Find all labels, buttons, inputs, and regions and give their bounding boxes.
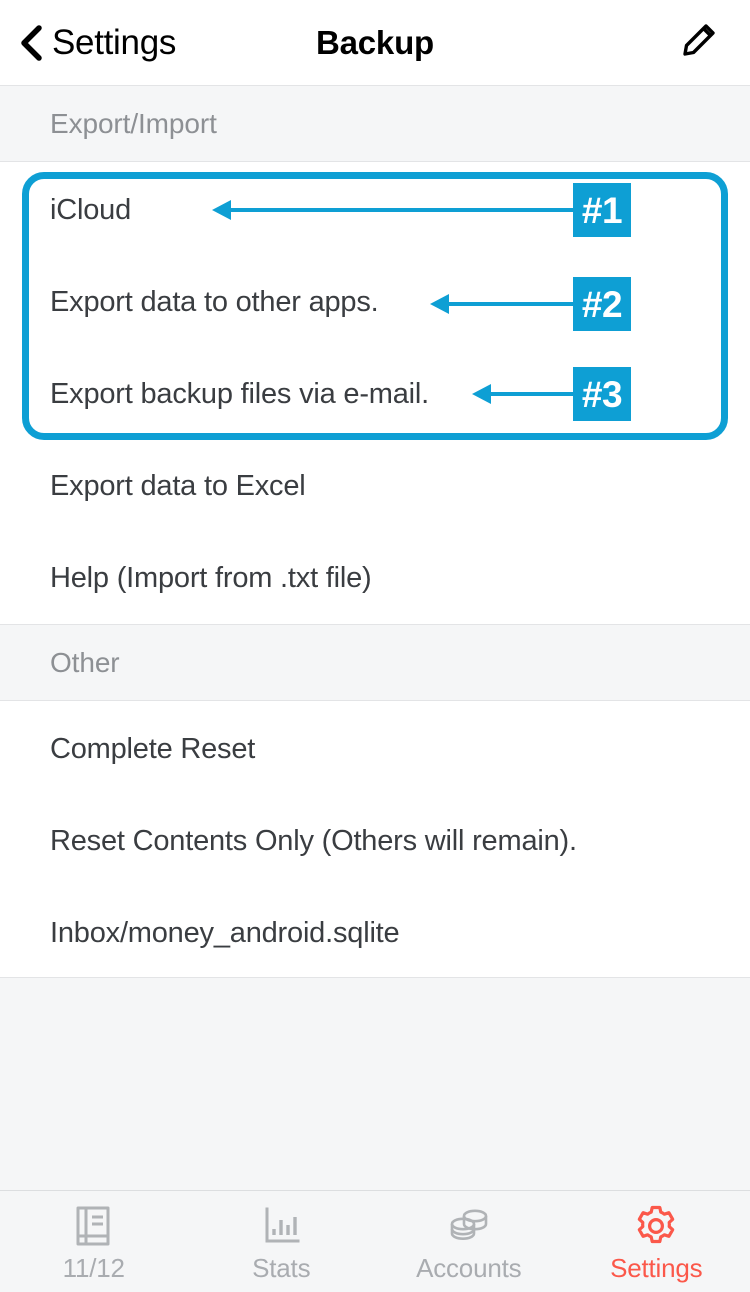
list-item-complete-reset[interactable]: Complete Reset <box>0 703 750 795</box>
navigation-bar: Settings Backup <box>0 0 750 86</box>
list-export-import: iCloud Export data to other apps. Export… <box>0 162 750 625</box>
tab-label-settings: Settings <box>610 1253 703 1283</box>
tab-label-accounts: Accounts <box>416 1253 522 1283</box>
tab-label-ledger: 11/12 <box>62 1253 125 1283</box>
bar-chart-icon <box>259 1203 303 1249</box>
chevron-left-icon <box>20 24 42 61</box>
pencil-icon <box>676 17 722 68</box>
list-item-export-excel[interactable]: Export data to Excel <box>0 440 750 532</box>
tab-settings[interactable]: Settings <box>563 1191 750 1292</box>
tab-ledger[interactable]: 11/12 <box>0 1191 188 1292</box>
tab-accounts[interactable]: Accounts <box>375 1191 563 1292</box>
section-header-other: Other <box>0 625 750 701</box>
list-item-help-import[interactable]: Help (Import from .txt file) <box>0 532 750 624</box>
separator-other-bottom <box>0 977 750 978</box>
tab-bar: 11/12 Stats Accounts Settings <box>0 1190 750 1292</box>
tab-label-stats: Stats <box>252 1253 311 1283</box>
back-button[interactable]: Settings <box>14 0 182 85</box>
back-button-label: Settings <box>52 22 177 62</box>
section-header-export: Export/Import <box>0 86 750 162</box>
book-icon <box>72 1203 116 1249</box>
tab-stats[interactable]: Stats <box>188 1191 376 1292</box>
list-other: Complete Reset Reset Contents Only (Othe… <box>0 701 750 978</box>
gear-icon <box>633 1203 679 1249</box>
list-item-reset-contents-only[interactable]: Reset Contents Only (Others will remain)… <box>0 795 750 887</box>
list-item-icloud[interactable]: iCloud <box>0 164 750 256</box>
app-screen: Settings Backup Export/Import iCloud Exp… <box>0 0 750 1292</box>
list-item-inbox-sqlite[interactable]: Inbox/money_android.sqlite <box>0 887 750 979</box>
edit-button[interactable] <box>664 0 734 85</box>
list-item-export-email[interactable]: Export backup files via e-mail. <box>0 348 750 440</box>
list-item-export-other-apps[interactable]: Export data to other apps. <box>0 256 750 348</box>
coins-icon <box>443 1203 495 1249</box>
